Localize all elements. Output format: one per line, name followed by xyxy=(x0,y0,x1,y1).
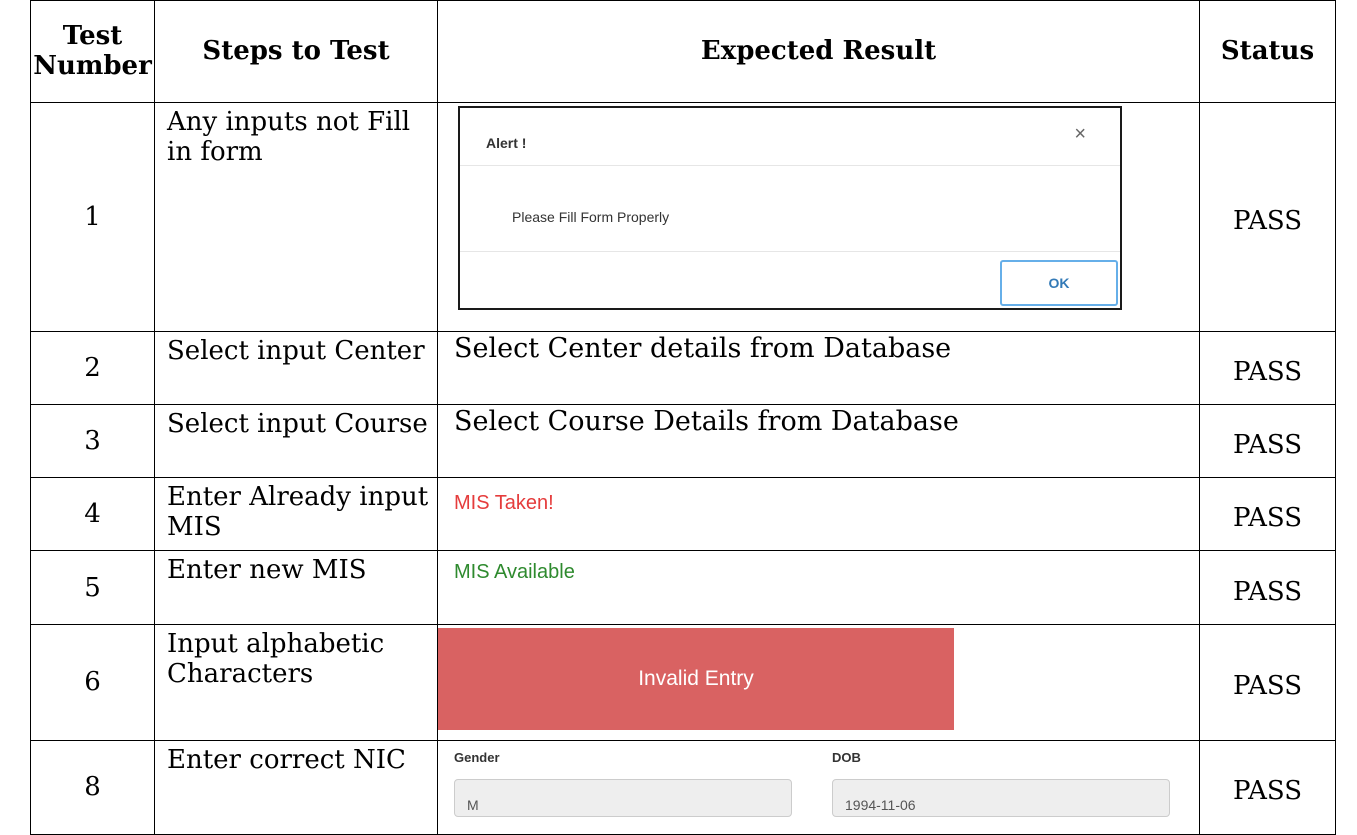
row-status: PASS xyxy=(1199,624,1336,741)
row-status: PASS xyxy=(1199,330,1336,405)
row-number: 8 xyxy=(30,739,155,835)
expected-text: Select Center details from Database xyxy=(454,332,952,364)
alert-body: Please Fill Form Properly xyxy=(460,166,1120,252)
table-row: 8 Enter correct NIC Gender M DOB 1994-11… xyxy=(30,739,1336,835)
header-status: Status xyxy=(1199,0,1336,103)
header-steps: Steps to Test xyxy=(154,0,438,103)
row-number: 6 xyxy=(30,624,155,741)
invalid-entry-alert: Invalid Entry xyxy=(438,628,954,731)
row-expected: MIS Taken! xyxy=(437,477,1200,552)
dob-field[interactable]: 1994-11-06 xyxy=(832,778,1170,817)
header-expected-result: Expected Result xyxy=(437,0,1200,103)
row-number: 4 xyxy=(30,477,155,552)
row-expected: Select Center details from Database xyxy=(437,330,1200,405)
gender-dob-form: Gender M DOB 1994-11-06 xyxy=(439,741,1199,826)
row-status: PASS xyxy=(1199,101,1336,332)
invalid-entry-text: Invalid Entry xyxy=(638,667,754,691)
ok-button[interactable]: OK xyxy=(1000,259,1118,306)
alert-header: Alert ! × xyxy=(460,108,1120,166)
row-number: 5 xyxy=(30,550,155,626)
alert-message: Please Fill Form Properly xyxy=(512,208,670,225)
row-expected: MIS Available xyxy=(437,550,1200,626)
gender-field[interactable]: M xyxy=(454,778,792,817)
row-status: PASS xyxy=(1199,477,1336,552)
dob-label: DOB xyxy=(832,749,861,765)
row-steps: Input alphabetic Characters xyxy=(154,624,438,741)
row-status: PASS xyxy=(1199,739,1336,835)
row-number: 1 xyxy=(30,101,155,332)
alert-dialog: Alert ! × Please Fill Form Properly OK xyxy=(458,105,1122,310)
table-row: 4 Enter Already input MIS MIS Taken! PAS… xyxy=(30,477,1336,552)
row-expected: Gender M DOB 1994-11-06 xyxy=(437,739,1200,835)
row-expected: Invalid Entry xyxy=(437,624,1200,741)
table-row: 1 Any inputs not Fill in form Alert ! × … xyxy=(30,101,1336,332)
test-cases-table: Test Number Steps to Test Expected Resul… xyxy=(30,0,1336,835)
row-expected: Alert ! × Please Fill Form Properly OK xyxy=(437,101,1200,332)
row-steps: Enter Already input MIS xyxy=(154,477,438,552)
mis-taken-message: MIS Taken! xyxy=(454,492,554,515)
row-number: 3 xyxy=(30,403,155,479)
row-status: PASS xyxy=(1199,550,1336,626)
mis-available-message: MIS Available xyxy=(454,561,575,584)
table-row: 2 Select input Center Select Center deta… xyxy=(30,330,1336,405)
table-row: 6 Input alphabetic Characters Invalid En… xyxy=(30,624,1336,741)
table-header-row: Test Number Steps to Test Expected Resul… xyxy=(30,0,1336,103)
header-test-number: Test Number xyxy=(30,0,155,103)
close-icon[interactable]: × xyxy=(1074,124,1086,144)
row-steps: Select input Center xyxy=(154,330,438,405)
table-row: 5 Enter new MIS MIS Available PASS xyxy=(30,550,1336,626)
row-steps: Any inputs not Fill in form xyxy=(154,101,438,332)
gender-label: Gender xyxy=(454,749,500,765)
table-row: 3 Select input Course Select Course Deta… xyxy=(30,403,1336,479)
row-expected: Select Course Details from Database xyxy=(437,403,1200,479)
row-number: 2 xyxy=(30,330,155,405)
alert-title: Alert ! xyxy=(486,134,527,151)
expected-text: Select Course Details from Database xyxy=(454,405,959,437)
row-status: PASS xyxy=(1199,403,1336,479)
row-steps: Enter new MIS xyxy=(154,550,438,626)
row-steps: Enter correct NIC xyxy=(154,739,438,835)
row-steps: Select input Course xyxy=(154,403,438,479)
